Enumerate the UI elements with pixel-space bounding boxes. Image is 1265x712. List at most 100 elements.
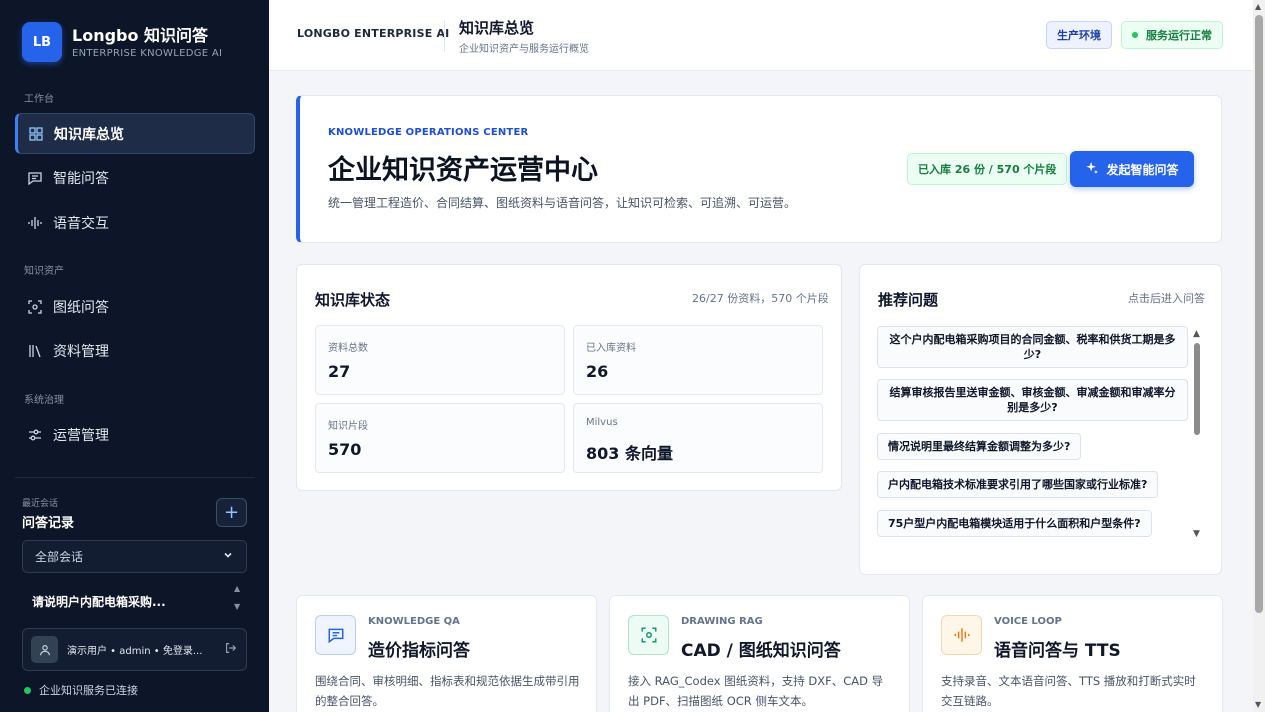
feature-description: 围绕合同、审核明细、指标表和规范依据生成带引用的整合回答。 [315, 674, 580, 708]
stat-value: 27 [328, 362, 351, 381]
kb-status-meta: 26/27 份资料，570 个片段 [692, 292, 829, 305]
kb-status-card: 知识库状态 26/27 份资料，570 个片段 资料总数 27 已入库资料 26… [296, 264, 842, 491]
sidebar-item-qa[interactable]: 智能问答 [15, 157, 255, 198]
recommended-hint: 点击后进入问答 [1128, 292, 1205, 305]
kb-status-title: 知识库状态 [315, 291, 391, 309]
scroll-down-arrow-icon[interactable]: ▼ [1255, 700, 1261, 709]
hero-description: 统一管理工程造价、合同结算、图纸资料与语音问答，让知识可检索、可追溯、可运营。 [328, 196, 797, 210]
recommended-scrollbar-thumb[interactable] [1194, 343, 1200, 435]
new-session-button[interactable]: + [216, 498, 247, 527]
feature-title: 造价指标问答 [368, 641, 470, 661]
recommended-question[interactable]: 户内配电箱技术标准要求引用了哪些国家或行业标准? [877, 471, 1159, 498]
recommended-question[interactable]: 这个户内配电箱采购项目的合同金额、税率和供货工期是多少? [877, 326, 1188, 368]
service-status-text: 服务运行正常 [1146, 29, 1212, 42]
feature-title: 语音问答与 TTS [994, 641, 1121, 661]
recommended-question[interactable]: 情况说明里最终结算金额调整为多少? [877, 433, 1082, 460]
sidebar-item-ops[interactable]: 运营管理 [15, 414, 255, 455]
sidebar-item-label: 运营管理 [53, 427, 109, 444]
page-title: 知识库总览 [459, 19, 535, 37]
sidebar-item-label: 智能问答 [53, 170, 109, 187]
waveform-icon [27, 215, 43, 231]
feature-card-qa[interactable]: KNOWLEDGE QA 造价指标问答 围绕合同、审核明细、指标表和规范依据生成… [296, 595, 597, 712]
stat-card: 已入库资料 26 [573, 325, 823, 395]
stat-card: 知识片段 570 [315, 403, 565, 473]
start-qa-label: 发起智能问答 [1106, 162, 1179, 177]
sidebar-item-overview[interactable]: 知识库总览 [15, 113, 255, 154]
feature-kicker: VOICE LOOP [994, 616, 1062, 627]
stat-value: 26 [586, 362, 609, 381]
chevron-down-icon [222, 549, 234, 564]
scan-icon [27, 299, 43, 315]
session-list-item[interactable]: 请说明户内配电箱采购... [32, 593, 166, 610]
page-scrollbar[interactable]: ▲ ▼ [1253, 0, 1265, 712]
stat-value: 803 条向量 [586, 444, 673, 463]
feature-description: 支持录音、文本语音问答、TTS 播放和打断式实时交互链路。 [941, 674, 1196, 708]
sidebar-item-label: 图纸问答 [53, 299, 109, 316]
header-divider [444, 20, 445, 52]
avatar [31, 636, 58, 663]
feature-kicker: KNOWLEDGE QA [368, 616, 460, 627]
scroll-down-arrow-icon[interactable]: ▼ [1193, 529, 1200, 539]
connection-status-text: 企业知识服务已连接 [39, 684, 138, 697]
scroll-up-arrow-icon[interactable]: ▲ [1255, 2, 1261, 11]
session-scroll-down-icon[interactable]: ▼ [234, 602, 240, 611]
feature-card-voice[interactable]: VOICE LOOP 语音问答与 TTS 支持录音、文本语音问答、TTS 播放和… [922, 595, 1223, 712]
sidebar-item-voice[interactable]: 语音交互 [15, 202, 255, 243]
status-dot-icon [1132, 32, 1138, 38]
sidebar-item-label: 知识库总览 [54, 126, 124, 143]
recommended-title: 推荐问题 [878, 291, 939, 309]
hero-kicker: KNOWLEDGE OPERATIONS CENTER [328, 127, 529, 138]
sidebar: LB Longbo 知识问答 ENTERPRISE KNOWLEDGE AI 工… [0, 0, 269, 712]
feature-card-drawing[interactable]: DRAWING RAG CAD / 图纸知识问答 接入 RAG_Codex 图纸… [609, 595, 910, 712]
hero-panel: KNOWLEDGE OPERATIONS CENTER 企业知识资产运营中心 统… [296, 95, 1222, 243]
recent-sessions-label: 最近会话 [22, 499, 59, 509]
recommended-questions-card: 推荐问题 点击后进入问答 这个户内配电箱采购项目的合同金额、税率和供货工期是多少… [859, 264, 1222, 575]
scroll-up-arrow-icon[interactable]: ▲ [1193, 329, 1200, 339]
library-icon [27, 343, 43, 359]
sidebar-item-drawing[interactable]: 图纸问答 [15, 286, 255, 327]
stat-label: Milvus [586, 417, 618, 428]
status-dot-icon [24, 686, 31, 694]
feature-kicker: DRAWING RAG [681, 616, 763, 627]
service-status-badge: 服务运行正常 [1121, 21, 1223, 49]
sliders-icon [27, 427, 43, 443]
chat-icon [27, 170, 43, 186]
stat-label: 已入库资料 [586, 343, 636, 354]
section-label-governance: 系统治理 [24, 395, 64, 406]
recommended-question[interactable]: 75户型户内配电箱模块适用于什么面积和户型条件? [877, 510, 1152, 537]
sidebar-item-label: 资料管理 [53, 343, 109, 360]
recommended-question[interactable]: 结算审核报告里送审金额、审核金额、审减金额和审减率分别是多少? [877, 379, 1188, 421]
chat-icon [315, 615, 356, 655]
brand[interactable]: LB Longbo 知识问答 ENTERPRISE KNOWLEDGE AI [22, 22, 222, 62]
grid-icon [28, 126, 44, 142]
stat-card: Milvus 803 条向量 [573, 403, 823, 473]
feature-title: CAD / 图纸知识问答 [681, 641, 841, 661]
sparkle-icon [1085, 161, 1106, 178]
stat-label: 知识片段 [328, 421, 368, 432]
page-scrollbar-thumb[interactable] [1255, 15, 1263, 613]
header-brand: LONGBO ENTERPRISE AI [297, 27, 450, 40]
top-header: LONGBO ENTERPRISE AI 知识库总览 企业知识资产与服务运行概览… [269, 0, 1253, 71]
brand-logo: LB [22, 22, 62, 62]
brand-title: Longbo 知识问答 [72, 26, 209, 45]
session-scroll-up-icon[interactable]: ▲ [234, 584, 240, 593]
connection-status: 企业知识服务已连接 [24, 682, 138, 698]
recommended-scrollbar[interactable]: ▲ ▼ [1193, 329, 1201, 541]
stat-card: 资料总数 27 [315, 325, 565, 395]
stat-label: 资料总数 [328, 343, 368, 354]
environment-badge: 生产环境 [1046, 21, 1112, 49]
sidebar-divider [15, 477, 255, 478]
waveform-icon [941, 615, 982, 655]
section-label-assets: 知识资产 [24, 266, 64, 277]
scan-icon [628, 615, 669, 655]
sidebar-item-label: 语音交互 [53, 215, 109, 232]
start-qa-button[interactable]: 发起智能问答 [1070, 151, 1194, 187]
user-card[interactable]: 演示用户 • admin • 免登录... [22, 628, 247, 671]
logout-icon[interactable] [224, 640, 238, 659]
sidebar-item-docs[interactable]: 资料管理 [15, 330, 255, 371]
ingestion-badge: 已入库 26 份 / 570 个片段 [907, 153, 1068, 185]
brand-subtitle: ENTERPRISE KNOWLEDGE AI [72, 48, 223, 59]
user-info: 演示用户 • admin • 免登录... [67, 646, 203, 657]
stat-value: 570 [328, 440, 362, 459]
session-filter-select[interactable]: 全部会话 [22, 540, 247, 573]
